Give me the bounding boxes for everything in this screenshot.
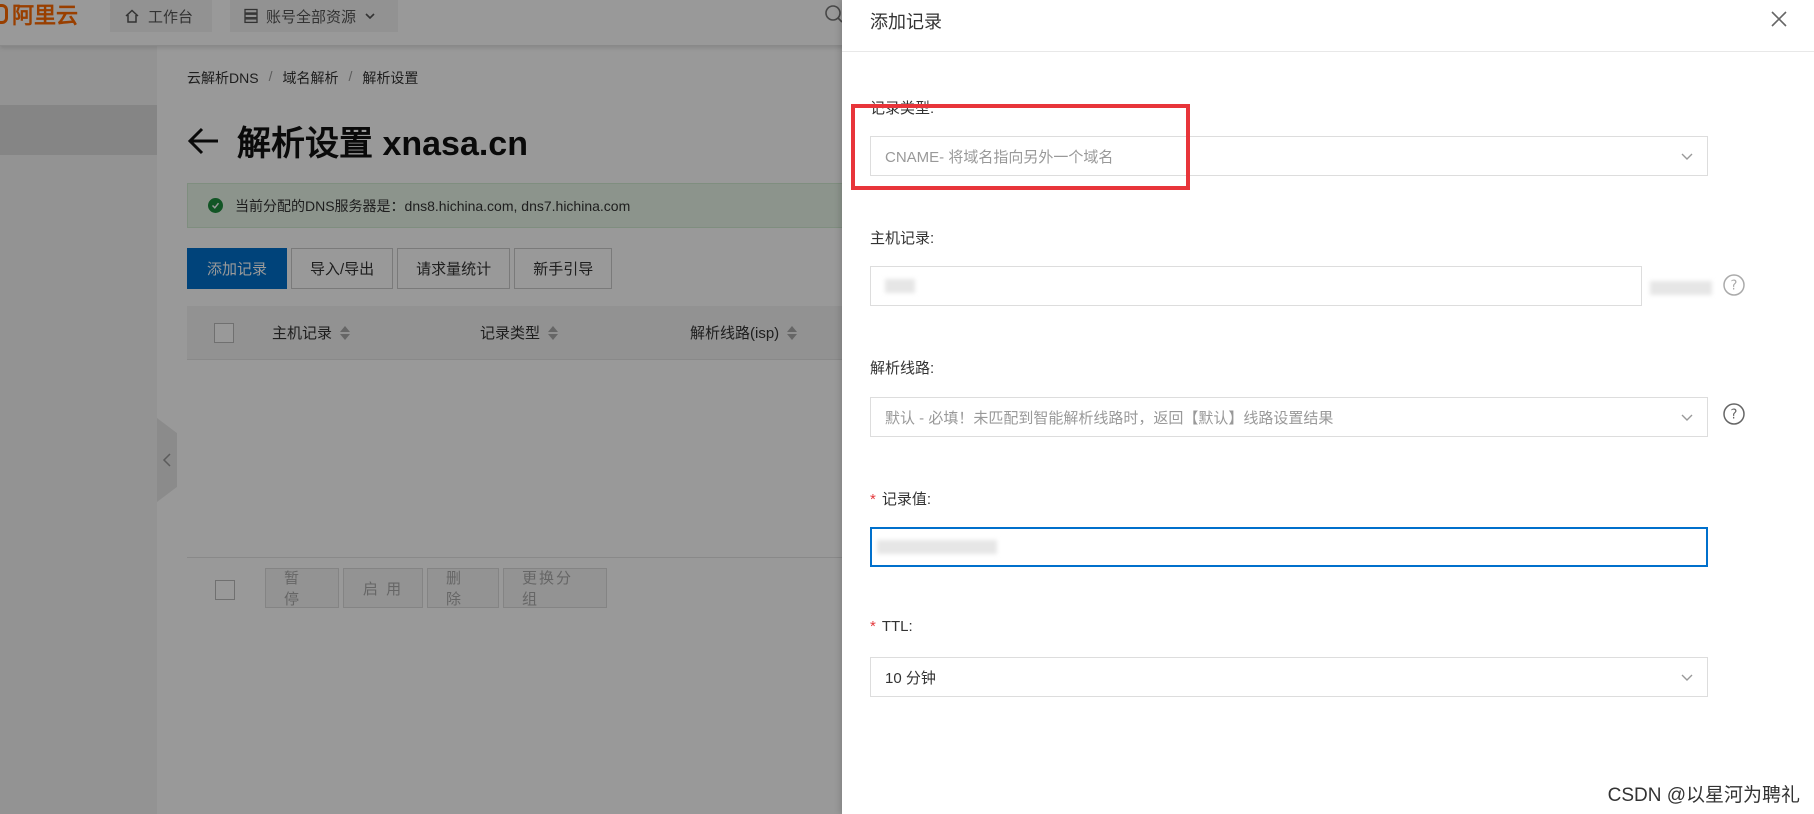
record-value-label-text: 记录值: <box>881 491 932 508</box>
host-record-input[interactable] <box>870 266 1642 306</box>
host-record-label: 主机记录: <box>870 230 935 247</box>
redacted-host-value <box>885 279 915 293</box>
record-value-input[interactable] <box>870 527 1708 567</box>
chevron-down-icon <box>1681 674 1693 681</box>
drawer-header: 添加记录 <box>842 0 1814 52</box>
help-circle-icon[interactable]: ? <box>1722 402 1746 426</box>
modal-overlay-mask[interactable] <box>0 0 842 814</box>
ttl-value: 10 分钟 <box>885 669 936 687</box>
ttl-label-text: TTL: <box>881 618 913 635</box>
resolution-line-label: 解析线路: <box>870 360 935 377</box>
required-asterisk: * <box>870 491 876 508</box>
resolution-line-select[interactable]: 默认 - 必填！未匹配到智能解析线路时，返回【默认】线路设置结果 <box>870 397 1708 437</box>
drawer-title: 添加记录 <box>870 12 942 32</box>
redacted-domain-suffix <box>1650 281 1712 295</box>
required-asterisk: * <box>870 618 876 635</box>
annotation-highlight-box <box>851 104 1190 190</box>
resolution-line-value: 默认 - 必填！未匹配到智能解析线路时，返回【默认】线路设置结果 <box>885 409 1334 427</box>
csdn-watermark: CSDN @以星河为聘礼 <box>1607 785 1800 806</box>
ttl-select[interactable]: 10 分钟 <box>870 657 1708 697</box>
chevron-down-icon <box>1681 414 1693 421</box>
svg-text:?: ? <box>1731 408 1738 423</box>
chevron-down-icon <box>1681 153 1693 160</box>
help-circle-icon[interactable]: ? <box>1722 273 1746 297</box>
close-icon[interactable] <box>1769 9 1789 29</box>
record-value-label: * 记录值: <box>870 488 931 509</box>
ttl-label: * TTL: <box>870 618 913 635</box>
redacted-record-value <box>877 540 997 554</box>
svg-text:?: ? <box>1731 279 1738 294</box>
